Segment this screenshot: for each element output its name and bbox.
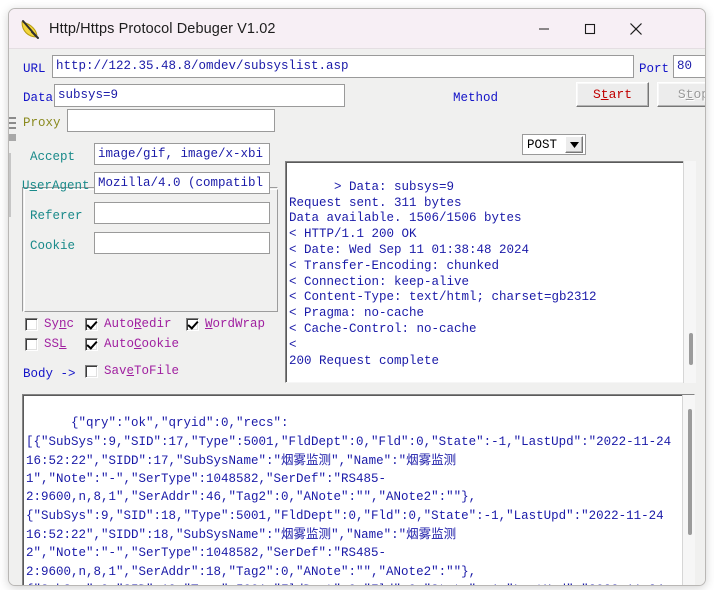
autoredir-checkbox-box bbox=[85, 317, 98, 331]
savetofile-checkbox[interactable]: SaveToFile bbox=[85, 364, 179, 378]
title-bar: Http/Https Protocol Debuger V1.02 bbox=[9, 9, 705, 49]
body-arrow-label[interactable]: Body -> bbox=[23, 367, 76, 381]
ssl-checkbox-box bbox=[25, 337, 38, 351]
ssl-checkbox[interactable]: SSL bbox=[25, 337, 67, 351]
wordwrap-checkbox-label: WordWrap bbox=[205, 317, 266, 331]
sync-checkbox[interactable]: Sync bbox=[25, 317, 74, 331]
app-lightning-icon bbox=[19, 18, 41, 40]
cjk-text: 烟雾监测 bbox=[406, 451, 457, 467]
port-input[interactable]: 80 bbox=[673, 55, 705, 78]
response-log-text: > Data: subsys=9 Request sent. 311 bytes… bbox=[289, 179, 597, 368]
wordwrap-checkbox-box bbox=[186, 317, 199, 331]
body-content-text: {"qry":"ok","qryid":0,"recs": [{"SubSys"… bbox=[26, 416, 672, 585]
response-scrollbar[interactable] bbox=[683, 161, 696, 383]
chevron-down-icon bbox=[565, 136, 583, 153]
port-label: Port bbox=[639, 62, 670, 76]
savetofile-checkbox-label: SaveToFile bbox=[104, 364, 180, 378]
cookie-label: Cookie bbox=[30, 239, 76, 253]
url-label: URL bbox=[23, 62, 46, 76]
body-scrollbar[interactable] bbox=[682, 395, 695, 585]
method-selected-value: POST bbox=[527, 137, 558, 152]
window-title: Http/Https Protocol Debuger V1.02 bbox=[49, 20, 276, 37]
useragent-label: UserAgent bbox=[22, 179, 90, 193]
proxy-input[interactable] bbox=[67, 109, 275, 132]
application-window: Http/Https Protocol Debuger V1.02 URL ht… bbox=[8, 8, 706, 586]
cookie-input[interactable] bbox=[94, 232, 270, 254]
background-window-edge bbox=[9, 115, 16, 141]
background-window-divider bbox=[9, 153, 11, 217]
cjk-text: 烟雾监测 bbox=[406, 526, 457, 542]
sync-checkbox-label: Sync bbox=[44, 317, 75, 331]
accept-input[interactable]: image/gif, image/x-xbi bbox=[94, 143, 270, 165]
referer-input[interactable] bbox=[94, 202, 270, 224]
autocookie-checkbox[interactable]: AutoCookie bbox=[85, 337, 179, 351]
autoredir-checkbox[interactable]: AutoRedir bbox=[85, 317, 172, 331]
close-button[interactable] bbox=[613, 9, 659, 48]
accept-label: Accept bbox=[30, 150, 76, 164]
useragent-input[interactable]: Mozilla/4.0 (compatibl bbox=[94, 172, 270, 194]
data-input[interactable]: subsys=9 bbox=[54, 84, 345, 107]
minimize-button[interactable] bbox=[521, 9, 567, 48]
sync-checkbox-box bbox=[25, 317, 38, 331]
autoredir-checkbox-label: AutoRedir bbox=[104, 317, 172, 331]
client-area: URL http://122.35.48.8/omdev/subsyslist.… bbox=[9, 49, 705, 585]
method-label: Method bbox=[453, 91, 499, 105]
ssl-checkbox-label: SSL bbox=[44, 337, 67, 351]
cjk-text: 烟雾监测 bbox=[281, 526, 332, 542]
autocookie-checkbox-box bbox=[85, 337, 98, 351]
cjk-text: 烟雾监测 bbox=[281, 451, 332, 467]
response-scrollbar-thumb[interactable] bbox=[689, 333, 693, 365]
response-log-panel[interactable]: > Data: subsys=9 Request sent. 311 bytes… bbox=[285, 161, 696, 383]
body-content-panel[interactable]: {"qry":"ok","qryid":0,"recs": [{"SubSys"… bbox=[22, 394, 695, 585]
url-input[interactable]: http://122.35.48.8/omdev/subsyslist.asp bbox=[52, 55, 634, 78]
data-label: Data bbox=[23, 91, 54, 105]
method-select[interactable]: POST bbox=[522, 134, 586, 155]
start-button[interactable]: Start bbox=[576, 82, 649, 107]
referer-label: Referer bbox=[30, 209, 83, 223]
maximize-button[interactable] bbox=[567, 9, 613, 48]
proxy-label: Proxy bbox=[23, 116, 61, 130]
autocookie-checkbox-label: AutoCookie bbox=[104, 337, 180, 351]
savetofile-checkbox-box bbox=[85, 364, 98, 378]
start-button-label: Start bbox=[592, 87, 633, 102]
body-scrollbar-thumb[interactable] bbox=[688, 409, 692, 535]
stop-button-label: Stop bbox=[677, 87, 705, 102]
stop-button: Stop bbox=[657, 82, 705, 107]
wordwrap-checkbox[interactable]: WordWrap bbox=[186, 317, 265, 331]
